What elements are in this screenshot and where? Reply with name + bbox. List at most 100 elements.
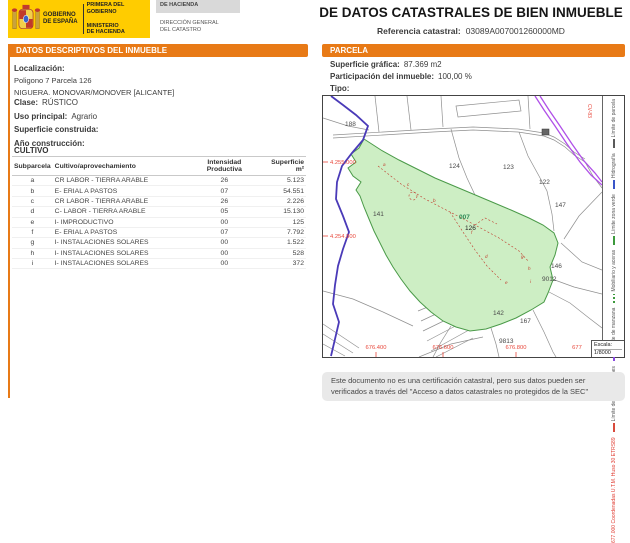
parcel-number-label: 167 [520,318,531,325]
column-header: Superficie m² [259,157,306,176]
legend-label: Hidrografía [611,153,617,178]
field-label: Participación del inmueble: [330,72,434,81]
table-cell: e [12,217,53,227]
cultivo-table: SubparcelaCultivo/aprovechamientoIntensi… [12,156,306,269]
secretaria-box: DE HACIENDA [156,0,240,13]
table-cell: 15.130 [259,207,306,217]
table-cell: 07 [189,186,259,196]
direccion-catastro-label: DIRECCIÓN GENERAL DEL CATASTRO [160,20,219,34]
section-bar-datos-descriptivos: DATOS DESCRIPTIVOS DEL INMUEBLE [8,44,308,57]
coordinates-note: 677.000 Coordenadas U.T.M. Huso 30 ETRS8… [611,437,617,543]
x-coordinate-label: 676.800 [506,345,527,351]
scale-label: Escala: [594,342,622,349]
table-row: dC- LABOR - TIERRA ARABLE0515.130 [12,207,306,217]
subparcel-letter: b [433,198,436,203]
parcel-number-label: 9813 [499,338,514,345]
table-cell: C- LABOR - TIERRA ARABLE [53,207,190,217]
table-cell: 05 [189,207,259,217]
table-row: iI- INSTALACIONES SOLARES00372 [12,259,306,269]
table-cell: I- INSTALACIONES SOLARES [53,248,190,258]
field-label: Tipo: [330,84,349,93]
table-cell: 54.551 [259,186,306,196]
legend-symbol [613,236,615,245]
cadastral-document-page: { "header": { "logo": { "gobierno": ["GO… [0,0,630,402]
left-orange-rule [8,44,10,398]
table-cell: E- ERIAL A PASTOS [53,227,190,237]
subparcel-letter: a [383,162,386,167]
ministerio-label: PRIMERA DEL GOBIERNO MINISTERIO DE HACIE… [87,1,150,37]
table-cell: g [12,238,53,248]
legend-symbol [613,180,615,189]
disclaimer-note: Este documento no es una certificación c… [322,372,625,401]
table-cell: i [12,259,53,269]
page-title: DE DATOS CATASTRALES DE BIEN INMUEBLE [315,5,627,20]
legend-item: Límite de parcela [611,99,617,148]
legend-item: Límite zona verde [611,194,617,245]
table-cell: 7.792 [259,227,306,237]
field-value: 100,00 % [438,72,472,81]
parcel-number-label: 122 [539,179,550,186]
table-cell: b [12,186,53,196]
x-coordinate-label: 676.600 [433,345,454,351]
localizacion-block: Localización: Poligono 7 Parcela 126NIGU… [14,63,174,99]
subject-parcel-code: 007 [459,214,470,221]
field-row: Clase: RÚSTICO [14,96,102,110]
table-cell: 125 [259,217,306,227]
column-header: Cultivo/aprovechamiento [53,157,190,176]
cadastral-reference: Referencia catastral:03089A007001260000M… [315,26,627,36]
table-cell: E- ERIAL A PASTOS [53,186,190,196]
table-cell: CR LABOR - TIERRA ARABLE [53,176,190,186]
field-value: Agrario [71,112,97,121]
legend-item: Mobiliario y aceras [611,250,617,303]
parcel-number-label: 147 [555,202,566,209]
table-cell: a [12,176,53,186]
map-legend: Límite de parcela Hidrografía Límite zona … [603,96,624,357]
field-row: Superficie gráfica:87.369 m2 [330,59,472,71]
table-row: cCR LABOR - TIERRA ARABLE262.226 [12,196,306,206]
table-cell: d [12,207,53,217]
parcel-number-label: 146 [551,263,562,270]
table-cell: 1.522 [259,238,306,248]
subparcel-letter: h [528,266,531,271]
subparcel-letter: e [505,280,508,285]
localizacion-line: Poligono 7 Parcela 126 [14,75,174,87]
map-drawing: 18812412312214714114690121421679813acbfd… [323,96,602,357]
field-label: Clase: [14,98,38,107]
field-label: Uso principal: [14,112,67,121]
legend-label: Límite de parcela [611,99,617,137]
parcel-number-label: 142 [493,310,504,317]
table-row: bE- ERIAL A PASTOS0754.551 [12,186,306,196]
table-row: aCR LABOR - TIERRA ARABLE265.123 [12,176,306,186]
government-logo: GOBIERNO DE ESPAÑA PRIMERA DEL GOBIERNO … [8,0,150,38]
table-cell: I- IMPRODUCTIVO [53,217,190,227]
table-cell: 5.123 [259,176,306,186]
parcel-number-label: 9012 [542,276,557,283]
table-cell: I- INSTALACIONES SOLARES [53,259,190,269]
table-cell: 528 [259,248,306,258]
table-row: eI- IMPRODUCTIVO00125 [12,217,306,227]
table-cell: CR LABOR - TIERRA ARABLE [53,196,190,206]
cadastral-map: 18812412312214714114690121421679813acbfd… [322,95,625,358]
column-header: Intensidad Productiva [189,157,259,176]
table-cell: c [12,196,53,206]
table-header-row: SubparcelaCultivo/aprovechamientoIntensi… [12,157,306,176]
localizacion-label: Localización: [14,63,174,75]
table-cell: 00 [189,238,259,248]
legend-label: Límite zona verde [611,194,617,234]
field-value: 87.369 m2 [404,60,442,69]
scale-value: 1/8000 [594,349,622,357]
legend-symbol [613,294,615,303]
table-cell: 2.226 [259,196,306,206]
parcel-number-label: 123 [503,164,514,171]
road-label: CV-83 [586,104,592,118]
table-cell: f [12,227,53,237]
column-header: Subparcela [12,157,53,176]
table-cell: 00 [189,217,259,227]
table-cell: 26 [189,176,259,186]
parcel-number-label: 124 [449,163,460,170]
field-row: Superficie construida: [14,123,102,137]
field-value: RÚSTICO [42,98,78,107]
table-row: hI- INSTALACIONES SOLARES00528 [12,248,306,258]
table-row: fE- ERIAL A PASTOS077.792 [12,227,306,237]
y-coordinate-label: 4.254.800 [330,234,356,240]
